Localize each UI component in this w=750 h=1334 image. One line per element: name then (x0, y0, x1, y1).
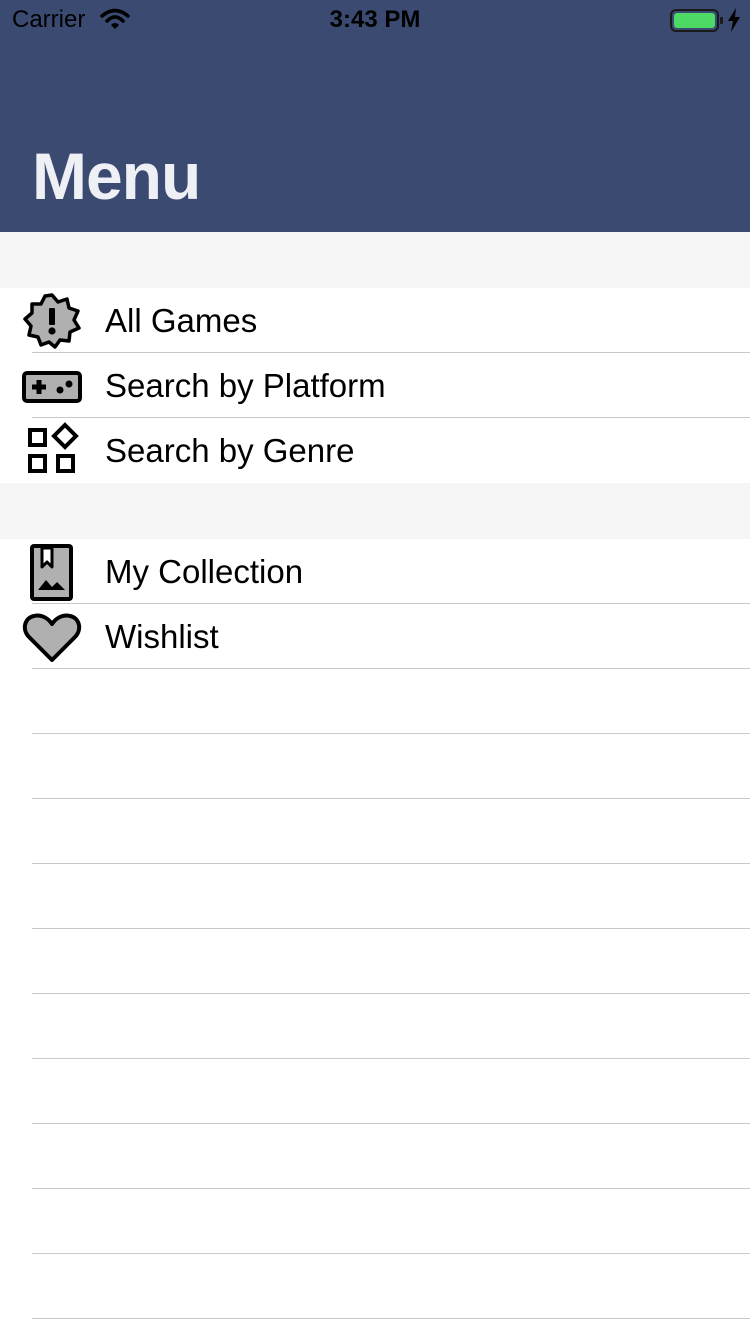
menu-item-all-games[interactable]: All Games (0, 288, 750, 353)
section-header-gap (0, 232, 750, 288)
page-title: Menu (32, 139, 201, 213)
row-separator (32, 993, 750, 994)
row-separator (32, 733, 750, 734)
menu-item-label: Search by Genre (105, 432, 355, 469)
row-separator (32, 863, 750, 864)
row-separator (32, 798, 750, 799)
navigation-bar: Carrier 3:43 PM Menu (0, 0, 750, 232)
row-separator (32, 1318, 750, 1319)
charging-bolt-icon (727, 8, 741, 37)
menu-item-search-platform[interactable]: Search by Platform (0, 353, 750, 418)
row-separator (32, 1058, 750, 1059)
row-separator (32, 1253, 750, 1254)
row-separator (32, 1123, 750, 1124)
menu-item-my-collection[interactable]: My Collection (0, 539, 750, 604)
clock: 3:43 PM (329, 6, 421, 33)
menu-item-label: My Collection (105, 553, 304, 590)
badge-alert-icon (22, 292, 82, 350)
heart-icon (22, 608, 82, 666)
menu-item-label: Search by Platform (105, 367, 386, 404)
category-shapes-icon (22, 422, 82, 480)
status-bar: Carrier 3:43 PM (0, 0, 750, 40)
menu-item-wishlist[interactable]: Wishlist (0, 604, 750, 669)
battery-icon (670, 9, 724, 38)
row-separator (32, 1188, 750, 1189)
menu-item-search-genre[interactable]: Search by Genre (0, 418, 750, 483)
section-header-gap (0, 483, 750, 539)
photo-bookmark-icon (22, 543, 82, 601)
row-separator (32, 668, 750, 669)
menu-item-label: Wishlist (105, 618, 219, 655)
menu-item-label: All Games (105, 302, 258, 339)
row-separator (32, 928, 750, 929)
gamepad-icon (22, 357, 82, 415)
